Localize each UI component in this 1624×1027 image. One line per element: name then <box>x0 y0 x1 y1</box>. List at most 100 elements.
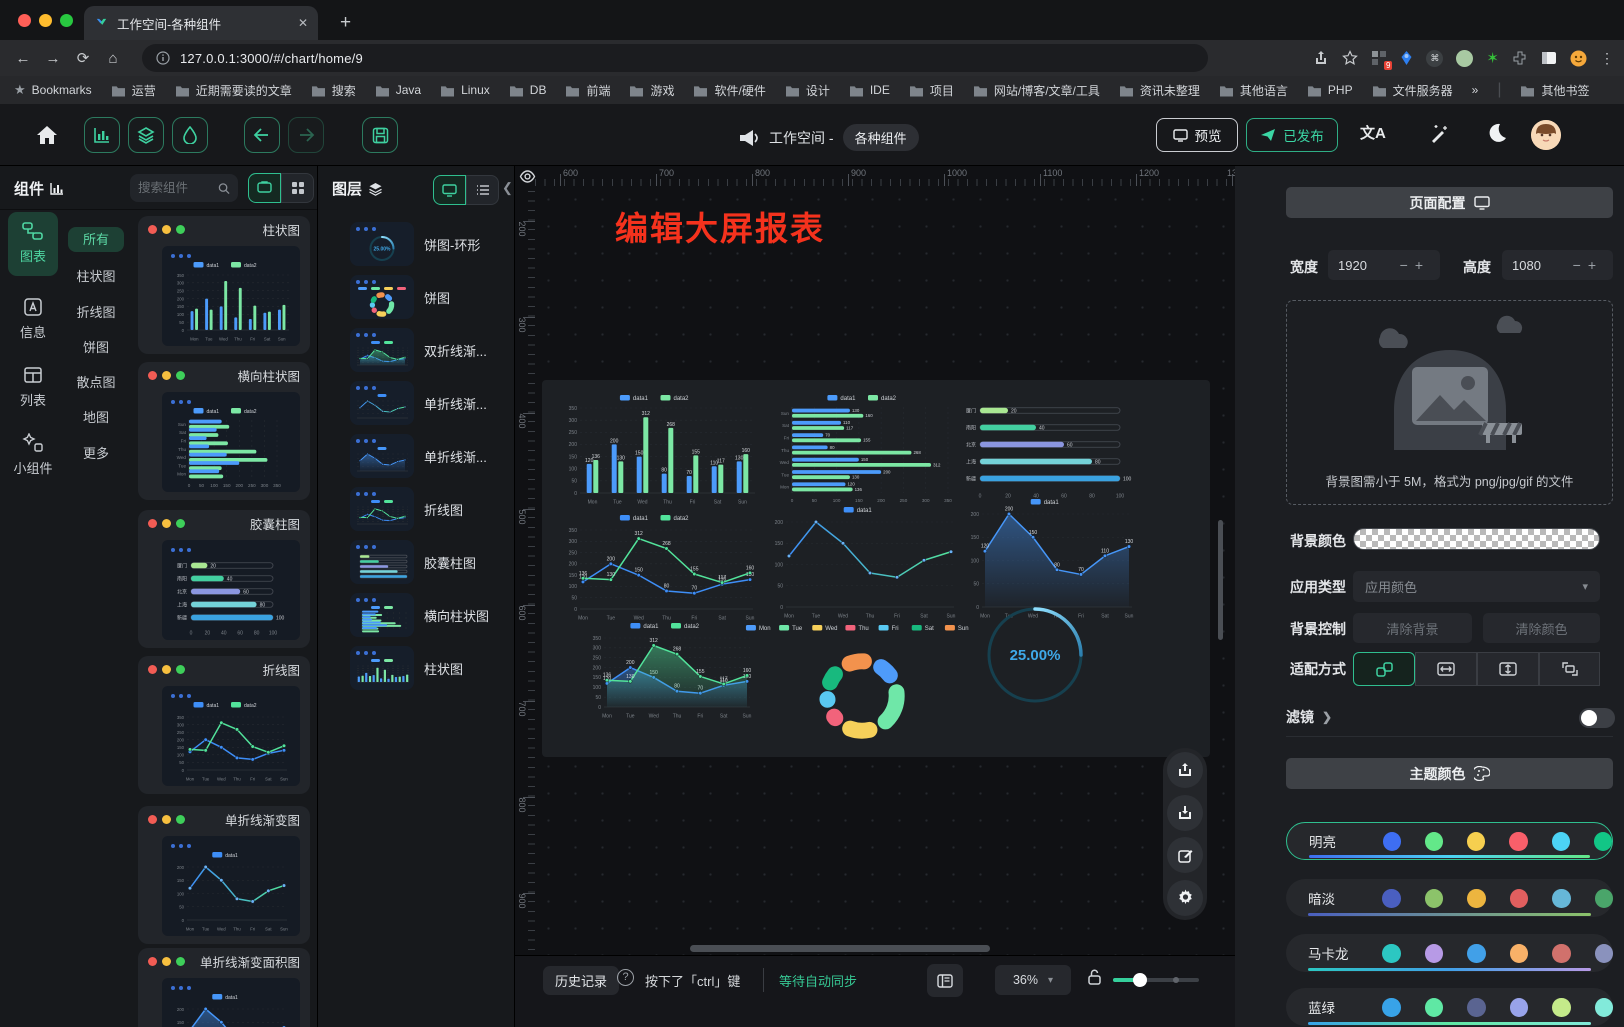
workspace-name-badge[interactable]: 各种组件 <box>843 124 919 151</box>
pin-extension-icon[interactable] <box>1400 50 1413 66</box>
dashboard-preview[interactable]: data1data2050100150200250300350120136Mon… <box>542 380 1210 757</box>
height-input[interactable]: 1080−+ <box>1502 250 1613 280</box>
fit-width-button[interactable] <box>1415 652 1477 686</box>
star-extension-icon[interactable]: ✶ <box>1486 49 1499 67</box>
category-line[interactable]: 折线图 <box>68 302 124 321</box>
chart-horizontal-bar[interactable]: data1data2050100150200250300350Sun130160… <box>768 392 968 504</box>
home-icon[interactable] <box>36 125 58 145</box>
chart-line-dual[interactable]: data1data2050100150200250300350120200150… <box>558 512 763 622</box>
filter-toggle[interactable] <box>1579 708 1615 728</box>
collapse-panel-icon[interactable]: ❮ <box>502 180 513 196</box>
theme-option-bluegreen[interactable]: 蓝绿 <box>1286 988 1613 1026</box>
bg-color-swatch[interactable] <box>1353 528 1600 550</box>
bookmark-folder[interactable]: Linux <box>440 83 490 97</box>
bookmark-folder[interactable]: IDE <box>849 83 890 97</box>
bookmark-folder[interactable]: 运营 <box>111 82 156 99</box>
bookmark-folder[interactable]: 游戏 <box>629 82 674 99</box>
bookmark-folder[interactable]: 前端 <box>565 82 610 99</box>
component-card[interactable]: 单折线渐变图 data1050100150200MonTueWedThuFriS… <box>138 806 310 944</box>
chart-bar-grouped[interactable]: data1data2050100150200250300350120136Mon… <box>558 392 763 506</box>
bookmark-folder[interactable]: 近期需要读的文章 <box>175 82 292 99</box>
dashboard-title-text[interactable]: 编辑大屏报表 <box>615 202 825 250</box>
charts-mode-button[interactable] <box>84 117 120 153</box>
edit-button[interactable] <box>1167 837 1203 873</box>
extension-circle-icon[interactable]: ⌘ <box>1426 50 1443 67</box>
fit-height-button[interactable] <box>1477 652 1539 686</box>
bookmark-folder[interactable]: 资讯未整理 <box>1119 82 1200 99</box>
sidebar-item-widgets[interactable]: 小组件 <box>8 424 58 484</box>
width-input[interactable]: 1920−+ <box>1328 250 1440 280</box>
layer-list-view-toggle[interactable] <box>466 175 499 205</box>
layer-item[interactable]: 横向柱状图 <box>318 593 515 641</box>
component-card[interactable]: 胶囊柱图 厦门20南阳40北京60上海80新疆100020406080100 <box>138 510 310 648</box>
theme-option-macaron[interactable]: 马卡龙 <box>1286 934 1613 972</box>
component-card[interactable]: 柱状图 data1data2050100150200250300350MonTu… <box>138 216 310 354</box>
vertical-scrollbar[interactable] <box>1218 520 1223 640</box>
component-search[interactable] <box>130 174 238 202</box>
layer-item[interactable]: 25.00%饼图-环形 <box>318 222 515 270</box>
import-button[interactable] <box>1167 795 1203 831</box>
save-button[interactable] <box>362 117 398 153</box>
fit-scale-button[interactable] <box>1353 652 1415 686</box>
profile-avatar-icon[interactable] <box>1570 50 1587 67</box>
site-info-icon[interactable] <box>156 51 170 65</box>
component-card[interactable]: 横向柱状图 data1data2050100150200250300350Sun… <box>138 362 310 500</box>
editor-canvas[interactable]: 600 700 800 900 1000 1100 1200 1300 200 … <box>515 166 1235 1027</box>
eye-icon[interactable] <box>519 169 536 184</box>
sidebar-icon[interactable] <box>1541 51 1557 65</box>
sidebar-item-list[interactable]: 列表 <box>8 356 58 414</box>
user-avatar[interactable] <box>1531 120 1561 150</box>
kebab-menu-icon[interactable]: ⋮ <box>1600 50 1614 67</box>
other-bookmarks-folder[interactable]: 其他书签 <box>1520 82 1589 99</box>
extension-circle2-icon[interactable] <box>1456 50 1473 67</box>
browser-tab[interactable]: 工作空间-各种组件 ✕ <box>84 6 318 40</box>
redo-button[interactable] <box>288 117 324 153</box>
chart-capsule-bar[interactable]: 厦门20南阳40北京60上海80新疆100020406080100 <box>954 396 1144 500</box>
bookmark-folder[interactable]: 其他语言 <box>1219 82 1288 99</box>
stepper-icons[interactable]: −+ <box>1573 257 1603 273</box>
single-view-toggle[interactable] <box>248 173 281 203</box>
new-tab-button[interactable]: + <box>340 10 351 36</box>
dark-mode-moon-icon[interactable] <box>1485 122 1507 144</box>
history-button[interactable]: 历史记录 <box>543 966 619 995</box>
fit-stretch-button[interactable] <box>1539 652 1600 686</box>
category-more[interactable]: 更多 <box>68 443 124 462</box>
bookmarks-root[interactable]: ★Bookmarks <box>14 82 92 98</box>
theme-color-header[interactable]: 主题颜色 <box>1286 758 1613 789</box>
theme-option-bright[interactable]: 明亮 <box>1286 822 1613 860</box>
bookmark-folder[interactable]: DB <box>509 83 547 97</box>
undo-button[interactable] <box>244 117 280 153</box>
bookmark-folder[interactable]: 软件/硬件 <box>693 82 765 99</box>
address-bar[interactable]: 127.0.0.1:3000/#/chart/home/9 <box>142 44 1208 72</box>
layer-item[interactable]: 折线图 <box>318 487 515 535</box>
category-map[interactable]: 地图 <box>68 407 124 426</box>
category-pie[interactable]: 饼图 <box>68 337 124 356</box>
chevron-right-icon[interactable]: ❯ <box>1322 710 1332 724</box>
home-icon[interactable]: ⌂ <box>98 50 128 67</box>
settings-gear-button[interactable] <box>1167 880 1203 916</box>
layer-thumbnail-view-toggle[interactable] <box>433 175 466 205</box>
close-window-button[interactable] <box>18 14 31 27</box>
publish-button[interactable]: 已发布 <box>1246 118 1338 152</box>
slider-handle[interactable] <box>1133 973 1147 987</box>
preview-button[interactable]: 预览 <box>1156 118 1238 152</box>
zoom-select[interactable]: 36%▾ <box>995 965 1071 995</box>
layer-item[interactable]: 柱状图 <box>318 646 515 694</box>
export-button[interactable] <box>1167 752 1203 788</box>
component-card[interactable]: 单折线渐变面积图 data1050100150200MonTueWedThuFr… <box>138 948 310 1027</box>
clear-background-button[interactable]: 清除背景 <box>1353 613 1472 643</box>
back-icon[interactable]: ← <box>8 50 38 67</box>
theme-mode-button[interactable] <box>172 117 208 153</box>
layer-item[interactable]: 胶囊柱图 <box>318 540 515 588</box>
chart-progress-ring[interactable]: 25.00% <box>981 601 1089 709</box>
minimize-window-button[interactable] <box>39 14 52 27</box>
zoom-window-button[interactable] <box>60 14 73 27</box>
magic-wand-icon[interactable] <box>1428 123 1450 145</box>
app-type-select[interactable]: 应用颜色▾ <box>1353 571 1600 602</box>
forward-icon[interactable]: → <box>38 50 68 67</box>
share-icon[interactable] <box>1313 50 1329 66</box>
horizontal-scrollbar[interactable] <box>690 945 990 952</box>
layer-item[interactable]: 单折线渐... <box>318 434 515 482</box>
background-upload-dropzone[interactable]: 背景图需小于 5M，格式为 png/jpg/gif 的文件 <box>1286 300 1613 505</box>
layout-panel-button[interactable] <box>927 964 963 997</box>
